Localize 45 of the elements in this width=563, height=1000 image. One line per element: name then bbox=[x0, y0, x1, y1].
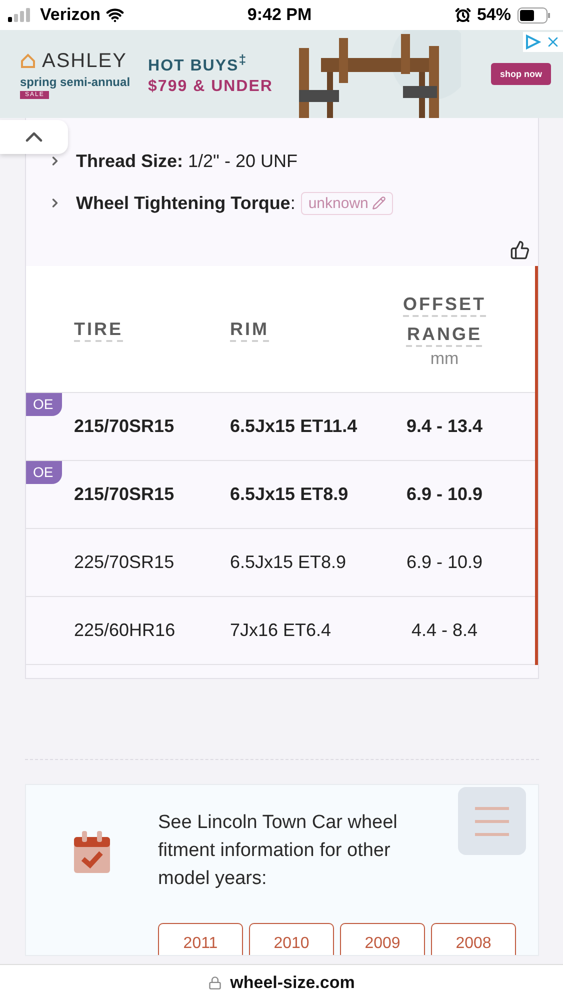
address-bar[interactable]: wheel-size.com bbox=[0, 964, 563, 1000]
shop-now-button[interactable]: shop now bbox=[491, 63, 551, 85]
offset-cell-text: 6.9 - 10.9 bbox=[405, 552, 484, 573]
column-header: TIRE bbox=[74, 318, 124, 341]
alarm-icon bbox=[454, 7, 471, 23]
calendar-check-icon bbox=[73, 831, 111, 875]
year-button[interactable]: 2011 bbox=[158, 923, 243, 955]
tire-cell-text: 215/70SR15 bbox=[73, 416, 176, 437]
thumbs-up-icon[interactable] bbox=[510, 240, 530, 260]
pencil-icon bbox=[372, 196, 386, 210]
unknown-tag[interactable]: unknown bbox=[301, 192, 394, 214]
house-icon bbox=[20, 53, 36, 69]
rim-cell-text: 6.5Jx15 ET8.9 bbox=[229, 484, 350, 505]
tire-cell-text: 215/70SR15 bbox=[73, 484, 176, 505]
spec-text: Wheel Tightening Torque: bbox=[76, 192, 296, 214]
oe-badge: OE bbox=[26, 461, 62, 484]
wifi-icon bbox=[106, 6, 124, 24]
ad-tagline: spring semi-annual bbox=[20, 74, 130, 88]
year-button[interactable]: 2010 bbox=[249, 923, 334, 955]
url-text: wheel-size.com bbox=[230, 972, 355, 992]
tire-cell-text: 225/70SR15 bbox=[73, 552, 176, 573]
tire-cell-text: 225/60HR16 bbox=[73, 620, 176, 641]
battery-percent: 54% bbox=[476, 5, 511, 25]
unit-label: mm bbox=[430, 349, 459, 369]
rim-cell-text: 7Jx16 ET6.4 bbox=[229, 620, 332, 641]
ad-info-icon[interactable] bbox=[525, 34, 541, 50]
back-to-top-button[interactable] bbox=[0, 120, 68, 154]
clock-time: 9:42 PM bbox=[247, 5, 312, 25]
column-header: OFFSET RANGE bbox=[402, 293, 487, 346]
year-button[interactable]: 2009 bbox=[340, 923, 425, 955]
lock-icon bbox=[208, 976, 222, 990]
rim-cell-text: 6.5Jx15 ET8.9 bbox=[229, 552, 348, 573]
carrier-name: Verizon bbox=[40, 5, 100, 25]
spec-text: Thread Size: 1/2" - 20 UNF bbox=[76, 150, 298, 172]
offset-cell-text: 4.4 - 8.4 bbox=[410, 620, 479, 641]
ad-brand: ASHLEY bbox=[20, 50, 130, 72]
ad-headline: HOT BUYS$^{‡}$ bbox=[148, 52, 248, 76]
years-description: See Lincoln Town Car wheel fitment information for other model years: bbox=[158, 811, 398, 891]
year-button[interactable]: 2008 bbox=[431, 923, 516, 955]
offset-cell-text: 9.4 - 13.4 bbox=[405, 416, 484, 437]
oe-badge: OE bbox=[26, 393, 62, 416]
column-header: RIM bbox=[230, 318, 269, 341]
ad-offer: $799 & UNDER bbox=[148, 78, 273, 96]
battery-icon bbox=[517, 6, 551, 24]
offset-cell-text: 6.9 - 10.9 bbox=[405, 484, 484, 505]
